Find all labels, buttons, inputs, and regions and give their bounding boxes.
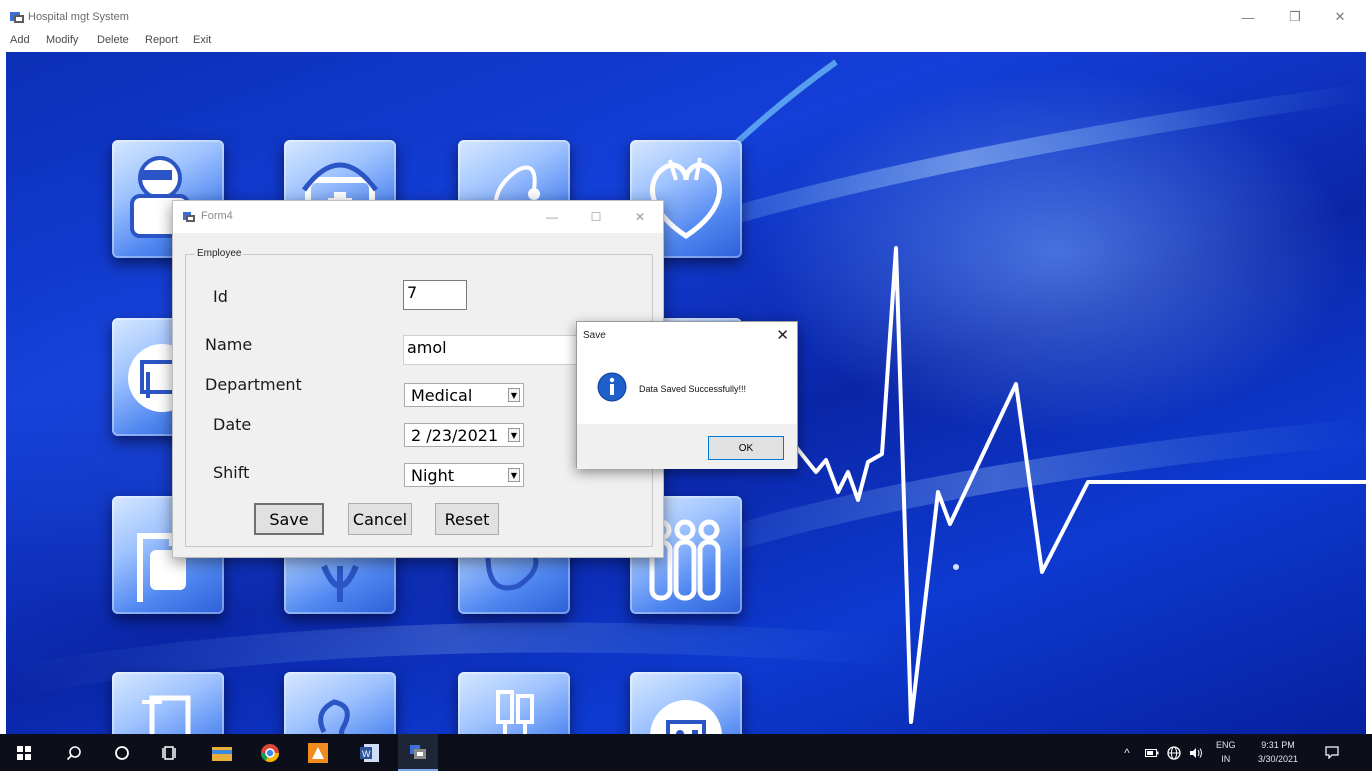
messagebox-text: Data Saved Successfully!!! [639,384,747,394]
maximize-button[interactable]: ❐ [1275,6,1315,28]
ok-button[interactable]: OK [708,436,784,460]
info-icon [597,372,627,402]
volume-icon[interactable] [1186,734,1206,771]
tools-icon [458,672,570,734]
clock[interactable]: 9:31 PM 3/30/2021 [1258,738,1298,766]
main-titlebar: Hospital mgt System — ❐ ✕ [0,0,1372,32]
clock-date: 3/30/2021 [1258,754,1299,764]
chrome-icon[interactable] [252,734,288,771]
employee-group-title: Employee [195,248,244,259]
save-message-box: Save ✕ Data Saved Successfully!!! OK [576,321,798,469]
name-label: Name [205,335,253,354]
id-field[interactable]: 7 [403,280,467,310]
menu-modify[interactable]: Modify [46,34,78,46]
window-title: Hospital mgt System [28,11,129,23]
id-label: Id [213,287,228,306]
form4-maximize-button[interactable]: ☐ [581,207,611,227]
form4-minimize-button[interactable]: — [537,207,567,227]
battery-icon[interactable] [1142,734,1162,771]
save-button[interactable]: Save [254,503,324,535]
chevron-down-icon[interactable]: ▼ [508,388,520,402]
hospital-app-icon[interactable] [398,734,438,771]
department-select[interactable]: Medical ▼ [404,383,524,407]
messagebox-footer: OK [577,424,797,469]
clock-time: 9:31 PM [1261,740,1295,750]
app-icon [10,12,24,23]
department-value: Medical [411,386,473,405]
svg-text:W: W [362,749,371,759]
start-icon[interactable] [8,734,40,771]
form-icon [183,212,195,222]
shift-select[interactable]: Night ▼ [404,463,524,487]
shift-value: Night [411,466,454,485]
chevron-up-icon[interactable]: ^ [1118,734,1136,771]
minimize-button[interactable]: — [1228,6,1268,28]
menu-bar: Add Modify Delete Report Exit [0,32,1372,52]
language-region: IN [1221,754,1231,764]
robot-arm-icon [284,672,396,734]
language-indicator[interactable]: ENG IN [1216,738,1236,766]
form4-titlebar: Form4 — ☐ ✕ [173,201,663,233]
cancel-button[interactable]: Cancel [348,503,412,535]
word-icon[interactable]: W [352,734,388,771]
date-value: 2 /23/2021 [411,426,499,445]
elevator-icon [630,672,742,734]
date-label: Date [213,415,252,434]
menu-report[interactable]: Report [145,34,178,46]
network-icon[interactable] [1164,734,1184,771]
form4-close-button[interactable]: ✕ [625,207,655,227]
shift-label: Shift [213,463,250,482]
reset-button[interactable]: Reset [435,503,499,535]
taskbar: W ^ ENG IN 9:31 PM 3/30/2021 [0,734,1372,771]
menu-add[interactable]: Add [10,34,30,46]
chevron-down-icon[interactable]: ▼ [508,468,520,482]
cortana-icon[interactable] [106,734,138,771]
department-label: Department [205,375,302,394]
file-explorer-icon[interactable] [204,734,240,771]
menu-delete[interactable]: Delete [97,34,129,46]
app-orange-icon[interactable] [300,734,336,771]
name-field[interactable]: amol [403,335,583,365]
task-view-icon[interactable] [154,734,186,771]
date-picker[interactable]: 2 /23/2021 ▼ [404,423,524,447]
form4-title: Form4 [201,210,233,222]
chevron-down-icon[interactable]: ▼ [508,428,520,442]
messagebox-close-button[interactable]: ✕ [776,326,789,344]
notification-icon[interactable] [1320,734,1344,771]
close-button[interactable]: ✕ [1320,6,1360,28]
equipment-icon [112,672,224,734]
menu-exit[interactable]: Exit [193,34,211,46]
search-icon[interactable] [58,734,90,771]
messagebox-title: Save [583,330,606,341]
language-code: ENG [1216,740,1236,750]
